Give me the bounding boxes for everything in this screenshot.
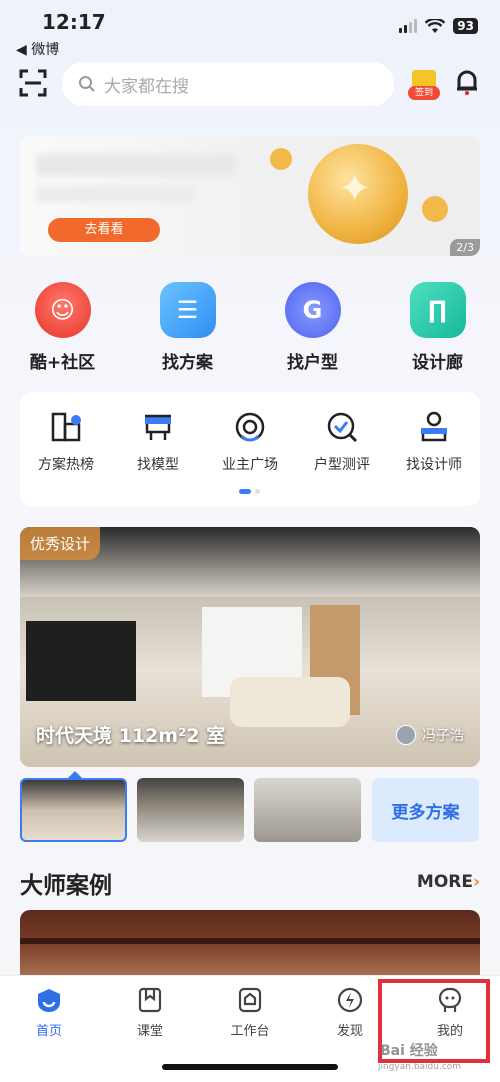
sub-nav-designer[interactable]: 找设计师	[390, 410, 478, 474]
plan-icon: ☰	[159, 282, 216, 338]
room-image	[26, 621, 136, 701]
main-nav-plan[interactable]: ☰ 找方案	[138, 282, 238, 373]
wifi-icon	[425, 18, 446, 33]
main-nav-floorplan[interactable]: G 找户型	[263, 282, 363, 373]
sub-nav-model[interactable]: 找模型	[114, 410, 202, 474]
master-cases-title: 大师案例	[20, 873, 112, 899]
more-label: MORE	[416, 872, 473, 892]
owner-plaza-icon	[235, 412, 265, 442]
sub-nav-ranking[interactable]: 方案热榜	[22, 410, 110, 474]
banner-blurred-subtext	[36, 186, 196, 202]
page-dots	[239, 489, 260, 494]
ranking-icon	[51, 412, 81, 442]
banner-view-button[interactable]: 去看看	[48, 218, 160, 242]
coin-decoration	[422, 196, 448, 222]
discover-icon	[337, 987, 363, 1013]
main-nav-label: 找户型	[287, 353, 338, 373]
sub-nav-label: 户型测评	[314, 457, 370, 473]
search-icon	[79, 76, 95, 92]
tab-label: 发现	[336, 1024, 363, 1039]
avatar	[396, 725, 416, 745]
main-nav-label: 设计廊	[412, 353, 463, 373]
home-indicator[interactable]	[162, 1064, 338, 1070]
master-more-link[interactable]: MORE›	[417, 872, 480, 892]
designer-icon	[421, 411, 447, 442]
design-thumbnail[interactable]	[20, 778, 127, 842]
evaluation-icon	[327, 412, 358, 443]
notification-bell-icon[interactable]	[454, 68, 480, 96]
watermark-text: Bai 经验	[380, 1043, 438, 1059]
main-nav-label: 酷+社区	[29, 353, 96, 373]
design-thumbnail[interactable]	[254, 778, 361, 842]
status-time: 12:17	[42, 10, 106, 34]
selected-caret	[68, 771, 82, 778]
secondary-nav-card: 方案热榜 找模型 业主广场 户型测评 找设计师	[20, 392, 480, 506]
banner-blurred-text	[36, 154, 236, 176]
featured-author[interactable]: 冯子浩	[396, 725, 464, 745]
tab-home[interactable]: 首页	[19, 986, 79, 1039]
sub-nav-label: 业主广场	[222, 457, 278, 473]
coin-decoration	[308, 144, 408, 244]
tab-label: 工作台	[230, 1024, 270, 1039]
sub-nav-evaluation[interactable]: 户型测评	[298, 410, 386, 474]
sub-nav-label: 方案热榜	[38, 457, 94, 473]
gallery-icon: ∏	[409, 282, 466, 338]
banner-pager: 2/3	[450, 239, 480, 256]
search-placeholder: 大家都在搜	[104, 76, 189, 97]
workbench-icon	[238, 987, 262, 1013]
tab-discover[interactable]: 发现	[320, 986, 380, 1039]
sub-nav-label: 找设计师	[406, 457, 462, 473]
battery-indicator: 93	[453, 18, 478, 34]
tab-label: 首页	[35, 1024, 62, 1039]
main-nav: ☺ 酷+社区 ☰ 找方案 G 找户型 ∏ 设计廊	[0, 282, 500, 373]
scan-icon[interactable]	[18, 68, 48, 98]
model-icon	[145, 414, 171, 440]
classroom-icon	[138, 987, 162, 1013]
home-icon	[38, 989, 60, 1012]
checkin-badge: 签到	[408, 86, 440, 100]
chevron-right-icon: ›	[472, 872, 480, 892]
design-thumbnails: 更多方案	[20, 771, 480, 842]
coin-decoration	[270, 148, 292, 170]
sub-nav-owner-plaza[interactable]: 业主广场	[206, 410, 294, 474]
tab-workbench[interactable]: 工作台	[220, 986, 280, 1039]
tab-label: 课堂	[136, 1024, 163, 1039]
more-plans-button[interactable]: 更多方案	[372, 778, 479, 842]
main-nav-gallery[interactable]: ∏ 设计廊	[388, 282, 488, 373]
community-icon: ☺	[34, 282, 91, 338]
back-to-app-link[interactable]: ◀ 微博	[16, 39, 59, 59]
featured-tag: 优秀设计	[20, 527, 101, 560]
search-input[interactable]: 大家都在搜	[62, 62, 394, 106]
tab-classroom[interactable]: 课堂	[120, 986, 180, 1039]
sub-nav-label: 找模型	[137, 457, 179, 473]
signal-icon	[399, 19, 418, 33]
design-thumbnail[interactable]	[137, 778, 244, 842]
main-nav-label: 找方案	[162, 353, 213, 373]
main-nav-community[interactable]: ☺ 酷+社区	[13, 282, 113, 373]
floorplan-icon: G	[284, 282, 341, 338]
status-indicators: 93	[399, 18, 478, 34]
promo-banner[interactable]: 去看看 2/3	[20, 136, 480, 256]
watermark-url: jingyan.baidu.com	[378, 1062, 462, 1072]
featured-design-card[interactable]: 优秀设计 时代天境 112m²2 室 冯子浩	[20, 527, 480, 767]
author-name: 冯子浩	[422, 728, 464, 744]
room-image	[230, 677, 350, 727]
checkin-gift-button[interactable]: 签到	[408, 64, 440, 100]
featured-title: 时代天境 112m²2 室	[36, 725, 226, 747]
